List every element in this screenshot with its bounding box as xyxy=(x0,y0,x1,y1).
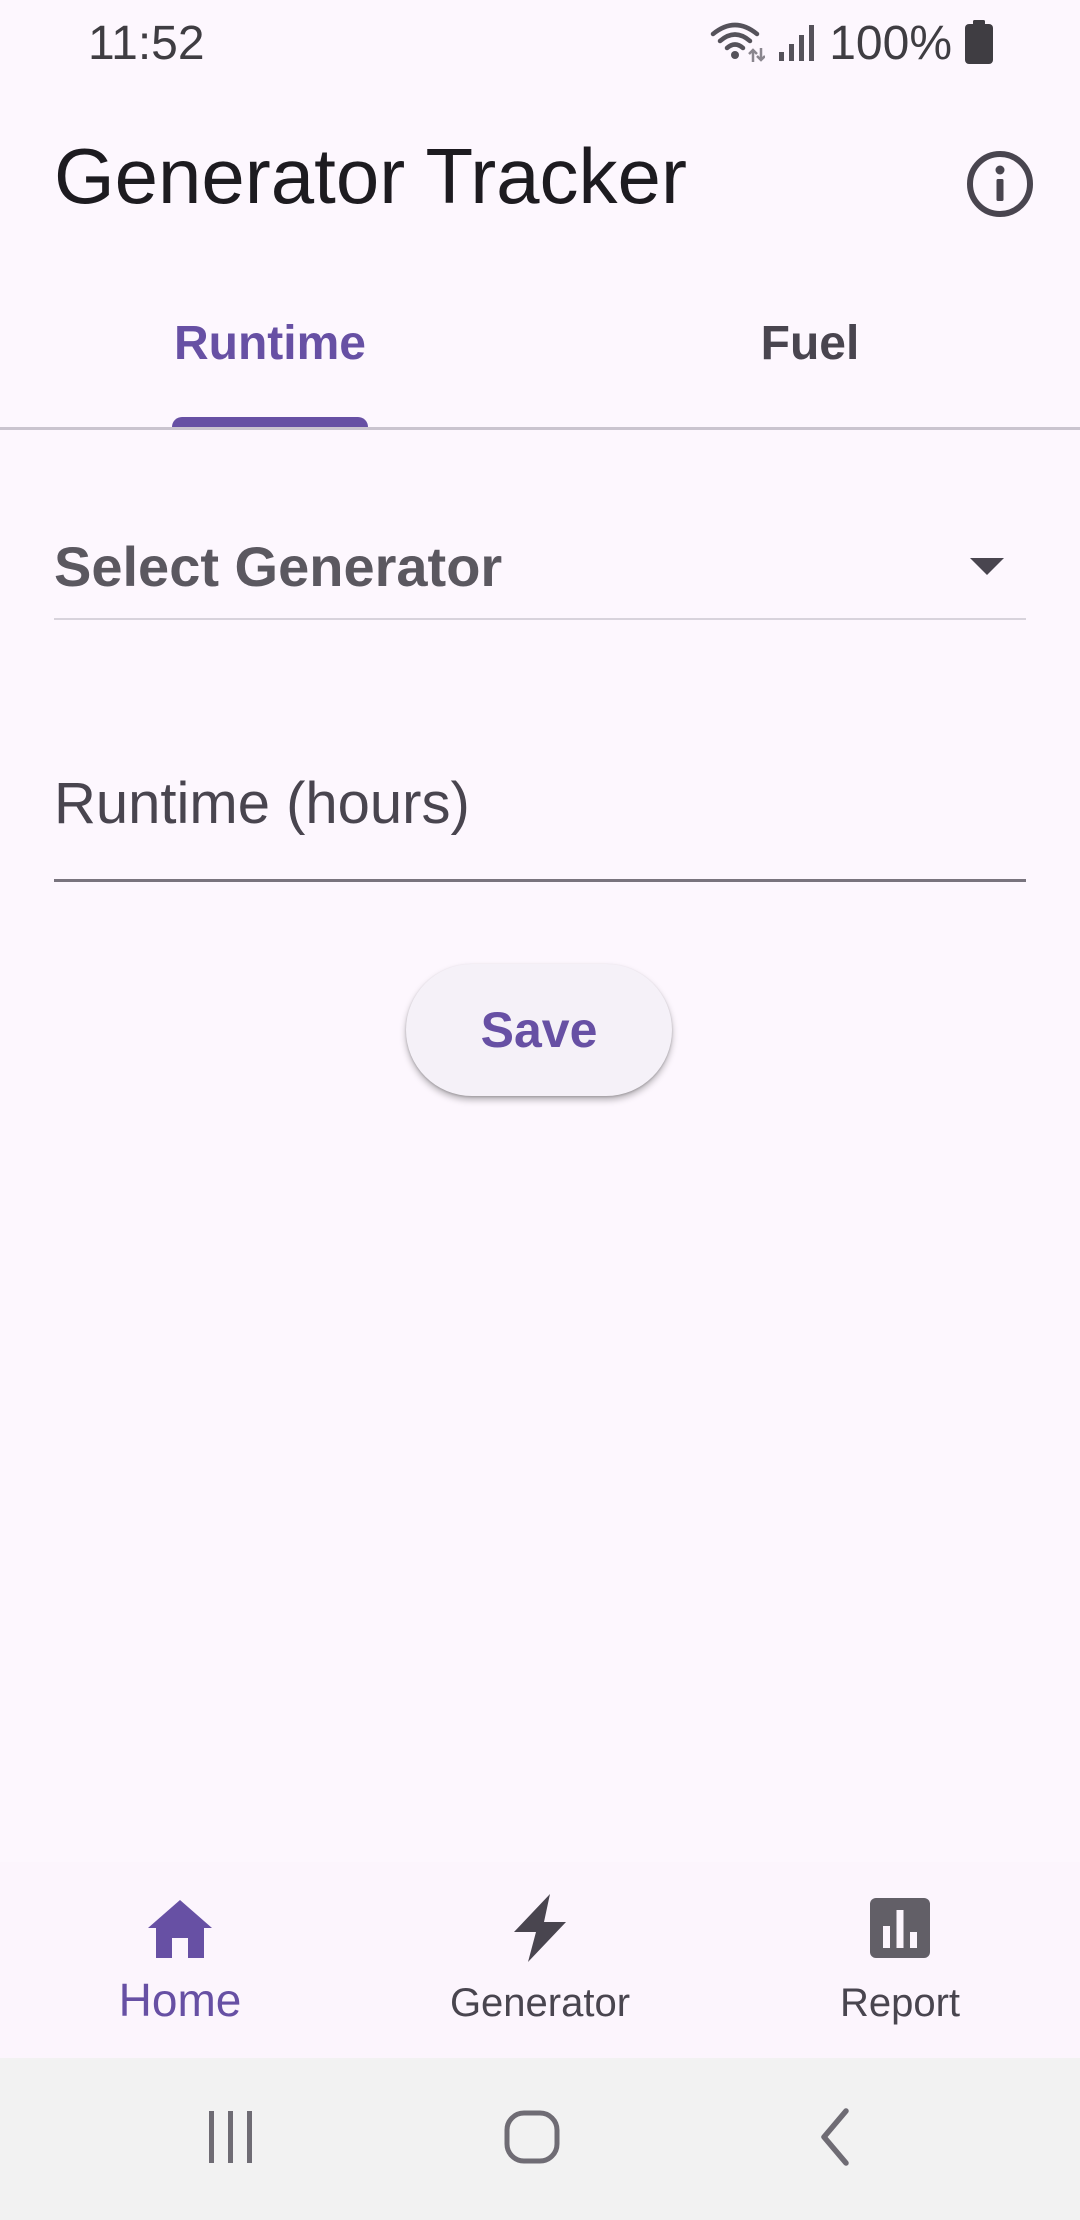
generator-dropdown-label: Select Generator xyxy=(54,535,503,598)
recent-apps-button[interactable] xyxy=(176,2084,286,2194)
back-icon xyxy=(812,2107,862,2172)
status-time: 11:52 xyxy=(88,17,205,70)
tab-runtime[interactable]: Runtime xyxy=(0,290,540,427)
battery-icon xyxy=(964,19,994,69)
home-icon xyxy=(144,1892,216,1964)
tab-fuel-label: Fuel xyxy=(760,316,860,370)
home-circle-icon xyxy=(503,2107,563,2172)
runtime-input[interactable] xyxy=(54,758,1026,848)
recent-apps-icon xyxy=(203,2109,259,2170)
bottom-navigation: Home Generator Report xyxy=(0,1862,1080,2058)
app-bar: Generator Tracker xyxy=(0,96,1080,256)
nav-item-home[interactable]: Home xyxy=(0,1862,360,2058)
signal-icon xyxy=(777,22,817,67)
page-title: Generator Tracker xyxy=(54,132,687,220)
battery-percent: 100% xyxy=(829,17,952,70)
tab-indicator xyxy=(172,417,368,427)
system-navigation-bar xyxy=(0,2058,1080,2220)
save-button[interactable]: Save xyxy=(406,964,672,1096)
bar-chart-icon xyxy=(864,1892,936,1964)
runtime-field xyxy=(54,720,1026,882)
nav-item-generator[interactable]: Generator xyxy=(360,1862,720,2058)
wifi-icon xyxy=(709,20,767,69)
tab-bar: Runtime Fuel xyxy=(0,290,1080,430)
nav-label-generator: Generator xyxy=(449,1981,631,2025)
bolt-icon xyxy=(504,1892,576,1964)
generator-dropdown[interactable]: Select Generator xyxy=(54,508,1026,620)
status-bar: 11:52 100% xyxy=(0,0,1080,88)
tab-fuel[interactable]: Fuel xyxy=(540,290,1080,427)
dropdown-arrow-icon xyxy=(970,558,1004,575)
nav-item-report[interactable]: Report xyxy=(720,1862,1080,2058)
nav-label-home: Home xyxy=(118,1974,242,2026)
back-button[interactable] xyxy=(782,2084,892,2194)
info-icon xyxy=(965,149,1035,224)
tab-runtime-label: Runtime xyxy=(174,316,366,370)
status-icons: 100% xyxy=(709,14,994,74)
info-button[interactable] xyxy=(950,136,1050,236)
system-home-button[interactable] xyxy=(478,2084,588,2194)
nav-label-report: Report xyxy=(839,1981,961,2025)
